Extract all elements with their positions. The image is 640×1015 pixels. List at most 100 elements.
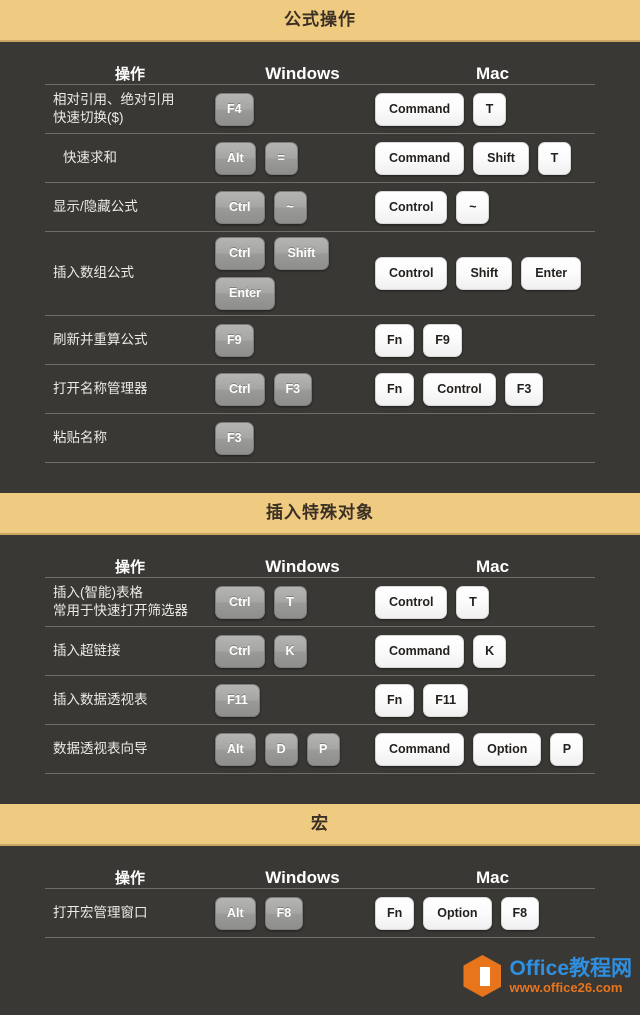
keycap: Fn [375, 372, 415, 406]
keycap: Shift [473, 141, 529, 175]
row-label: 打开名称管理器 [45, 380, 215, 398]
keycap: Control [375, 257, 448, 290]
row-label: 刷新并重算公式 [45, 331, 215, 349]
keycap: T [273, 585, 307, 619]
table-row: 相对引用、绝对引用 快速切换($) F4 Command T [45, 85, 595, 133]
row-label-line1: 显示/隐藏公式 [53, 198, 138, 214]
table-row: 插入(智能)表格 常用于快速打开筛选器 Ctrl T Control T [45, 578, 595, 626]
column-header-row: 操作 Windows Mac [45, 846, 595, 888]
windows-keys-cell: Alt = [215, 141, 375, 175]
row-label: 插入数组公式 [45, 264, 215, 282]
mac-keys-cell: Command T [375, 92, 595, 126]
keycap: F8 [264, 896, 304, 930]
section-body: 操作 Windows Mac 插入(智能)表格 常用于快速打开筛选器 Ctrl T Contr… [0, 535, 640, 804]
row-label: 粘贴名称 [45, 429, 215, 447]
office-logo-icon [463, 955, 502, 997]
keycap: T [537, 141, 571, 175]
column-header-operation: 操作 [114, 66, 145, 83]
keycap: Alt [215, 896, 256, 930]
row-label-line1: 插入数据透视表 [53, 691, 148, 707]
keycap: Shift [273, 237, 330, 270]
table-row: 粘贴名称 F3 [45, 414, 595, 462]
row-label-line1: 刷新并重算公式 [53, 331, 148, 347]
row-label-line1: 打开名称管理器 [53, 380, 148, 396]
table-row: 打开名称管理器 Ctrl F3 Fn Control F3 [45, 365, 595, 413]
row-label: 打开宏管理窗口 [45, 904, 215, 922]
row-label: 插入数据透视表 [45, 691, 215, 709]
keycap: ~ [273, 190, 307, 224]
keycap: Command [375, 92, 465, 126]
row-label: 快速求和 [45, 149, 215, 167]
keycap: Option [473, 732, 542, 766]
watermark-text: Office教程网 www.office26.com [509, 958, 632, 994]
sections-container: 公式操作 操作 Windows Mac 相对引用、绝对引用 快速切换($) F4 Comman… [0, 0, 640, 952]
mac-keys-cell: Fn F11 [375, 683, 595, 717]
column-header-windows: Windows [265, 868, 340, 887]
keycap: F11 [215, 683, 260, 717]
keycap: Control [375, 585, 448, 619]
keycap: F3 [273, 372, 313, 406]
column-header-row: 操作 Windows Mac [45, 535, 595, 577]
keycap: Alt [215, 141, 256, 175]
keycap: Ctrl [215, 237, 265, 270]
document-glyph [474, 966, 490, 986]
keycap: Shift [456, 257, 513, 290]
row-label-line1: 粘贴名称 [53, 429, 107, 445]
keycap: Command [375, 634, 465, 668]
mac-keys-cell: Command Shift T [375, 141, 595, 175]
windows-keys-cell: Ctrl F3 [215, 372, 375, 406]
section-banner: 插入特殊对象 [0, 493, 640, 535]
table-row: 插入数据透视表 F11 Fn F11 [45, 676, 595, 724]
table-row: 插入超链接 Ctrl K Command K [45, 627, 595, 675]
mac-keys-cell: Control ~ [375, 190, 595, 224]
mac-keys-cell: Control T [375, 585, 595, 619]
row-label-line1: 打开宏管理窗口 [53, 904, 148, 920]
table-row: 显示/隐藏公式 Ctrl ~ Control ~ [45, 183, 595, 231]
keycap: P [306, 732, 340, 766]
keycap: ~ [456, 190, 490, 224]
keycap: F4 [215, 92, 254, 126]
column-header-windows: Windows [265, 64, 340, 83]
column-header-mac: Mac [475, 557, 510, 576]
keycap: K [473, 634, 507, 668]
windows-keys-cell: F4 [215, 92, 375, 126]
row-label: 插入超链接 [45, 642, 215, 660]
keycap: = [264, 141, 298, 175]
keycap: Ctrl [215, 190, 265, 224]
mac-keys-cell: Fn Option F8 [375, 896, 595, 930]
keycap: F3 [215, 421, 254, 455]
row-label: 相对引用、绝对引用 快速切换($) [45, 91, 215, 127]
section-body: 操作 Windows Mac 打开宏管理窗口 Alt F8 Fn Option F8 [0, 846, 640, 952]
table-row: 刷新并重算公式 F9 Fn F9 [45, 316, 595, 364]
keycap: T [473, 92, 507, 126]
keycap: Fn [375, 683, 415, 717]
mac-keys-cell: Command K [375, 634, 595, 668]
row-label-line1: 相对引用、绝对引用 [53, 91, 175, 107]
row-label-line2: 快速切换($) [53, 110, 124, 125]
row-label-line1: 插入(智能)表格 [53, 584, 143, 600]
mac-keys-cell: Fn Control F3 [375, 372, 595, 406]
windows-keys-cell: Ctrl K [215, 634, 375, 668]
watermark-title: Office教程网 [509, 957, 632, 980]
keycap: F11 [423, 683, 469, 717]
windows-keys-cell: Ctrl T [215, 585, 375, 619]
windows-keys-cell: F9 [215, 323, 375, 357]
keycap: Ctrl [215, 372, 265, 406]
table-row: 快速求和 Alt = Command Shift T [45, 134, 595, 182]
keycap: Enter [521, 257, 582, 290]
keycap: F9 [423, 323, 462, 357]
row-label: 显示/隐藏公式 [45, 198, 215, 216]
keycap: Enter [215, 277, 275, 310]
row-label-line1: 插入超链接 [53, 642, 121, 658]
windows-keys-cell: Alt F8 [215, 896, 375, 930]
column-header-mac: Mac [475, 868, 510, 887]
row-label: 插入(智能)表格 常用于快速打开筛选器 [45, 584, 215, 620]
table-row: 数据透视表向导 Alt D P Command Option P [45, 725, 595, 773]
keycap: Ctrl [215, 634, 265, 668]
keycap: Fn [375, 323, 415, 357]
column-header-operation: 操作 [114, 870, 145, 887]
table-row: 插入数组公式 Ctrl Shift Enter Control Shift Enter [45, 232, 595, 315]
keycap: Ctrl [215, 585, 265, 619]
